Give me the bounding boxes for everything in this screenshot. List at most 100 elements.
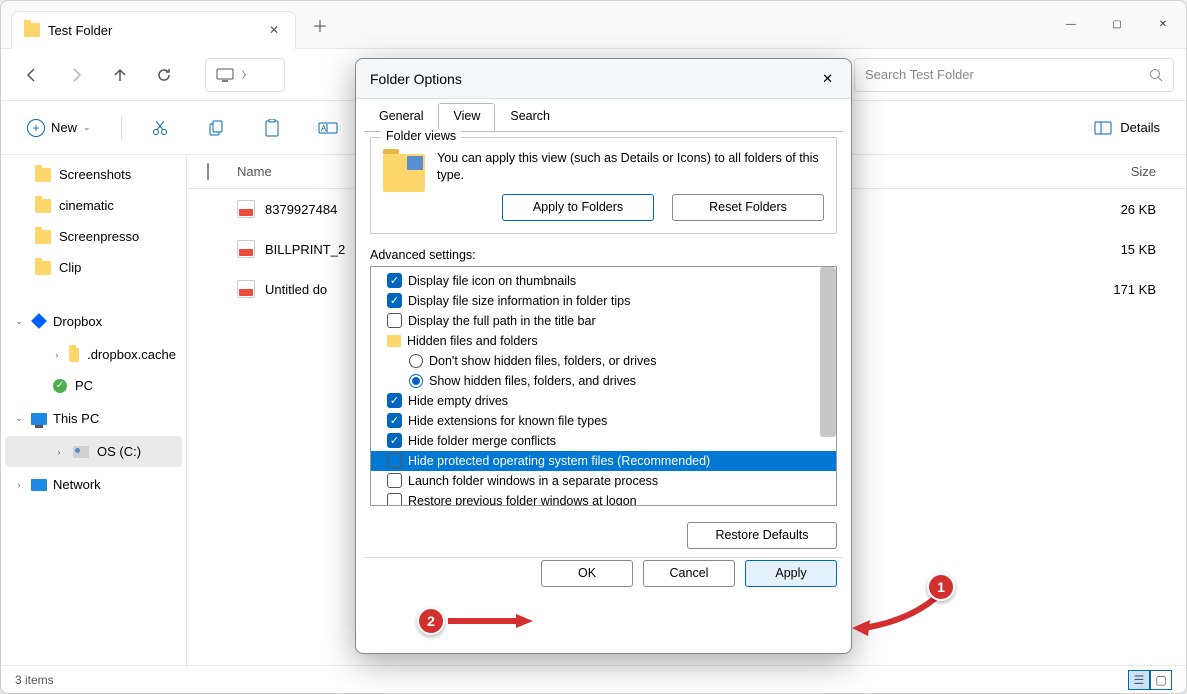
- plus-icon: +: [27, 119, 45, 137]
- sidebar-item-cinematic[interactable]: cinematic: [1, 190, 186, 221]
- back-button[interactable]: [13, 57, 51, 93]
- sidebar-item-pc[interactable]: ✓PC: [1, 370, 186, 401]
- pdf-icon: [237, 200, 255, 218]
- folder-icon: [69, 348, 79, 362]
- new-button[interactable]: + New ⌄: [17, 113, 101, 143]
- checkbox-icon: [387, 313, 402, 328]
- details-icon: [1094, 121, 1112, 135]
- new-tab-button[interactable]: ＋: [312, 13, 328, 37]
- tree-item[interactable]: Hide extensions for known file types: [371, 411, 836, 431]
- tree-item-label: Show hidden files, folders, and drives: [429, 372, 636, 390]
- restore-defaults-button[interactable]: Restore Defaults: [687, 522, 837, 549]
- details-view-button[interactable]: ☰: [1128, 670, 1150, 690]
- chevron-right-icon: ›: [53, 350, 61, 360]
- chevron-right-icon: 〉: [242, 68, 251, 81]
- advanced-settings-tree[interactable]: Display file icon on thumbnailsDisplay f…: [370, 266, 837, 506]
- tree-item[interactable]: Launch folder windows in a separate proc…: [371, 471, 836, 491]
- annotation-badge-2: 2: [417, 607, 445, 635]
- group-title: Folder views: [381, 129, 461, 143]
- apply-button[interactable]: Apply: [745, 560, 837, 587]
- folder-icon: [35, 168, 51, 182]
- tree-item-label: Hide empty drives: [408, 392, 508, 410]
- tree-item-label: Don't show hidden files, folders, or dri…: [429, 352, 657, 370]
- folder-icon: [35, 230, 51, 244]
- status-bar: 3 items ☰ ▢: [1, 665, 1186, 693]
- annotation-arrow-2: [448, 613, 533, 629]
- tree-item[interactable]: Hide empty drives: [371, 391, 836, 411]
- pc-icon: [31, 413, 47, 425]
- dialog-titlebar: Folder Options ✕: [356, 59, 851, 99]
- icons-view-button[interactable]: ▢: [1150, 670, 1172, 690]
- tree-item-label: Hidden files and folders: [407, 332, 538, 350]
- dialog-footer: OK Cancel Apply: [356, 558, 851, 597]
- dropbox-icon: [31, 313, 47, 329]
- pdf-icon: [237, 240, 255, 258]
- checkbox-icon: [387, 413, 402, 428]
- cut-button[interactable]: [142, 111, 178, 145]
- paste-button[interactable]: [254, 111, 290, 145]
- sidebar-group-thispc[interactable]: ⌄This PC: [1, 401, 186, 436]
- tab-general[interactable]: General: [364, 103, 438, 131]
- up-button[interactable]: [101, 57, 139, 93]
- forward-button[interactable]: [57, 57, 95, 93]
- tab-title: Test Folder: [48, 23, 112, 38]
- pdf-icon: [237, 280, 255, 298]
- chevron-right-icon: ›: [53, 447, 65, 457]
- tree-item-label: Restore previous folder windows at logon: [408, 492, 637, 506]
- sidebar-item-clip[interactable]: Clip: [1, 252, 186, 283]
- search-input[interactable]: Search Test Folder: [854, 58, 1174, 92]
- sidebar-item-screenshots[interactable]: Screenshots: [1, 159, 186, 190]
- close-tab-icon[interactable]: ✕: [265, 19, 283, 41]
- sidebar-group-network[interactable]: ›Network: [1, 467, 186, 502]
- scrollbar[interactable]: [820, 267, 836, 437]
- folder-options-dialog: Folder Options ✕ General View Search Fol…: [355, 58, 852, 654]
- reset-folders-button[interactable]: Reset Folders: [672, 194, 824, 221]
- monitor-icon: [216, 68, 234, 82]
- tree-item[interactable]: Display file icon on thumbnails: [371, 271, 836, 291]
- navigation-pane: Screenshots cinematic Screenpresso Clip …: [1, 155, 187, 667]
- sidebar-item-dropbox-cache[interactable]: ›.dropbox.cache: [1, 339, 186, 370]
- refresh-button[interactable]: [145, 57, 183, 93]
- chevron-down-icon: ⌄: [83, 122, 91, 133]
- sidebar-group-dropbox[interactable]: ⌄Dropbox: [1, 303, 186, 339]
- copy-button[interactable]: [198, 111, 234, 145]
- dialog-body: Folder views You can apply this view (su…: [356, 131, 851, 512]
- tree-item[interactable]: Restore previous folder windows at logon: [371, 491, 836, 506]
- tab-search[interactable]: Search: [495, 103, 565, 131]
- tree-item[interactable]: Don't show hidden files, folders, or dri…: [371, 351, 836, 371]
- select-all-checkbox[interactable]: [207, 163, 209, 180]
- view-switcher: ☰ ▢: [1128, 670, 1172, 690]
- checkbox-icon: [387, 473, 402, 488]
- radio-icon: [409, 374, 423, 388]
- folder-icon: [35, 199, 51, 213]
- network-icon: [31, 479, 47, 491]
- chevron-right-icon: ›: [13, 480, 25, 490]
- minimize-button[interactable]: —: [1048, 5, 1094, 45]
- sync-icon: ✓: [53, 379, 67, 393]
- sidebar-item-screenpresso[interactable]: Screenpresso: [1, 221, 186, 252]
- tree-item[interactable]: Hide folder merge conflicts: [371, 431, 836, 451]
- maximize-button[interactable]: ▢: [1094, 5, 1140, 45]
- tab-view[interactable]: View: [438, 103, 495, 131]
- window-controls: — ▢ ✕: [1048, 5, 1186, 45]
- tree-item[interactable]: Display file size information in folder …: [371, 291, 836, 311]
- window-tab[interactable]: Test Folder ✕: [11, 11, 296, 49]
- breadcrumb[interactable]: 〉: [205, 58, 285, 92]
- item-count: 3 items: [15, 673, 54, 687]
- advanced-settings-label: Advanced settings:: [370, 248, 837, 262]
- sidebar-item-drive-c[interactable]: ›OS (C:): [5, 436, 182, 467]
- rename-button[interactable]: A: [310, 111, 346, 145]
- cancel-button[interactable]: Cancel: [643, 560, 735, 587]
- ok-button[interactable]: OK: [541, 560, 633, 587]
- tree-item[interactable]: Show hidden files, folders, and drives: [371, 371, 836, 391]
- titlebar: Test Folder ✕ ＋ — ▢ ✕: [1, 1, 1186, 49]
- apply-to-folders-button[interactable]: Apply to Folders: [502, 194, 654, 221]
- dialog-close-button[interactable]: ✕: [818, 67, 837, 91]
- close-window-button[interactable]: ✕: [1140, 5, 1186, 45]
- column-size[interactable]: Size: [1066, 164, 1186, 179]
- tree-item[interactable]: Display the full path in the title bar: [371, 311, 836, 331]
- tree-item[interactable]: Hidden files and folders: [371, 331, 836, 351]
- details-toggle[interactable]: Details: [1084, 114, 1170, 141]
- tree-item[interactable]: Hide protected operating system files (R…: [371, 451, 836, 471]
- search-icon: [1149, 68, 1163, 82]
